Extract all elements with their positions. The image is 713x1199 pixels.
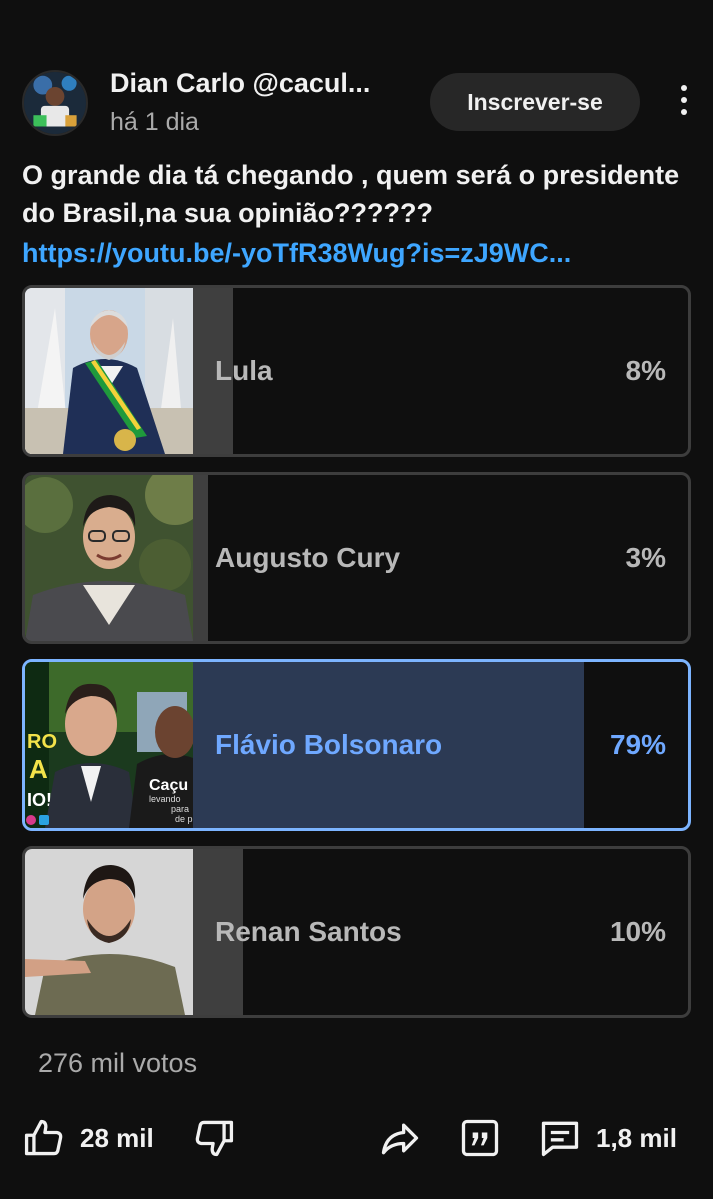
post-link[interactable]: https://youtu.be/-yoTfR38Wug?is=zJ9WC... (22, 234, 692, 272)
option-percent: 10% (609, 916, 666, 947)
thumbs-up-icon (24, 1119, 63, 1156)
option-name: Augusto Cury (215, 542, 401, 573)
lula-thumbnail (25, 288, 193, 454)
thumb-text: Caçu (149, 777, 188, 794)
post-time: há 1 dia (110, 108, 199, 136)
option-percent: 3% (625, 542, 666, 573)
subscribe-button[interactable]: Inscrever-se (430, 73, 640, 131)
thumb-text: de p (175, 814, 193, 824)
share-button[interactable] (378, 1110, 422, 1166)
thumb-text: para (171, 804, 189, 814)
option-percent: 8% (625, 355, 666, 386)
option-name: Flávio Bolsonaro (215, 729, 443, 760)
poll-option-lula[interactable]: Lula 8% (22, 285, 691, 457)
like-count: 28 mil (80, 1122, 154, 1153)
thumb-text: IO! (27, 790, 52, 810)
thumb-text: A (29, 754, 48, 784)
more-options-icon[interactable] (672, 82, 696, 122)
quote-icon (461, 1119, 499, 1157)
augusto-cury-thumbnail (25, 475, 193, 641)
thumb-text: levando (149, 794, 181, 804)
option-name: Renan Santos (215, 916, 402, 947)
post-text: O grande dia tá chegando , quem será o p… (22, 160, 680, 228)
share-icon (381, 1123, 419, 1155)
post-header: Dian Carlo @cacul... há 1 dia Inscrever-… (22, 68, 692, 140)
flavio-bolsonaro-thumbnail: RO A IO! Caçu levando para de p (25, 662, 193, 828)
renan-santos-thumbnail (25, 849, 193, 1015)
poll-option-augusto-cury[interactable]: Augusto Cury 3% (22, 472, 691, 644)
action-bar: 28 mil 1,8 mil (22, 1110, 692, 1166)
thumb-text: RO (27, 731, 57, 753)
poll-option-renan-santos[interactable]: Renan Santos 10% (22, 846, 691, 1018)
dislike-button[interactable] (192, 1110, 236, 1166)
comments-button[interactable]: 1,8 mil (538, 1110, 677, 1166)
comment-icon (541, 1121, 579, 1157)
comment-count: 1,8 mil (596, 1122, 677, 1153)
thumbs-down-icon (195, 1120, 234, 1157)
poll-bar (193, 475, 208, 641)
channel-avatar[interactable] (22, 70, 88, 136)
quote-button[interactable] (458, 1110, 502, 1166)
channel-name[interactable]: Dian Carlo @cacul... (110, 68, 370, 99)
option-percent: 79% (609, 729, 666, 760)
option-name: Lula (215, 355, 273, 386)
poll-option-flavio-bolsonaro[interactable]: RO A IO! Caçu levando para de p Flávio B… (22, 659, 691, 831)
like-button[interactable]: 28 mil (22, 1110, 154, 1166)
vote-count: 276 mil votos (38, 1048, 198, 1078)
